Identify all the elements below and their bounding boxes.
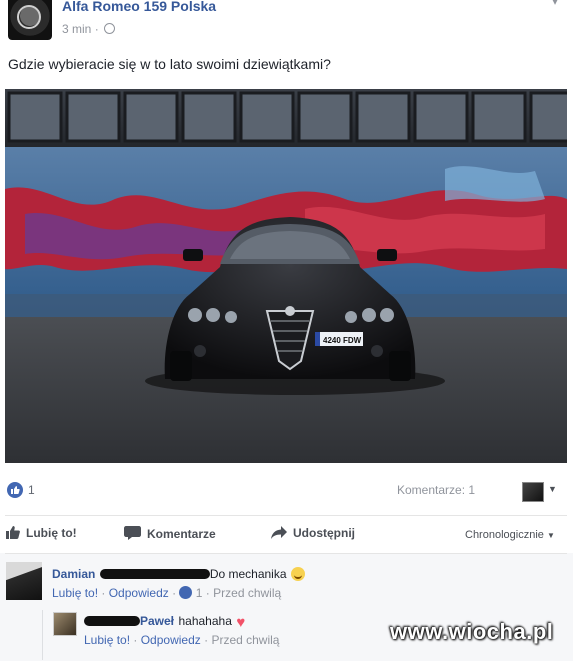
comment-reply-link[interactable]: Odpowiedz xyxy=(109,586,169,600)
page-avatar[interactable] xyxy=(8,0,52,40)
comment-text: Do mechanika xyxy=(209,567,287,581)
post-photo[interactable]: 4240 FDW xyxy=(5,89,567,463)
comment-time[interactable]: Przed chwilą xyxy=(213,586,281,600)
share-button[interactable]: Udostępnij xyxy=(271,526,355,542)
heart-emoji-icon: ♥ xyxy=(236,614,246,631)
viewer-avatar[interactable] xyxy=(522,482,544,502)
post-time[interactable]: 3 min xyxy=(62,22,91,36)
comment-author[interactable]: Damian xyxy=(52,567,95,581)
reply-reply-link[interactable]: Odpowiedz xyxy=(141,633,201,647)
license-plate: 4240 FDW xyxy=(323,336,362,345)
reply-thread-line xyxy=(42,610,43,660)
comment-sort-dropdown[interactable]: Chronologicznie ▼ xyxy=(465,529,555,541)
meta-separator: · xyxy=(94,22,99,36)
share-button-label: Udostępnij xyxy=(293,526,355,540)
comment: Damian Do mechanika xyxy=(52,565,305,583)
comments-count[interactable]: Komentarze: 1 xyxy=(397,483,475,497)
reply-like-link[interactable]: Lubię to! xyxy=(84,633,130,647)
comment-like-count[interactable]: 1 xyxy=(196,586,203,600)
post-meta: 3 min · xyxy=(62,22,116,36)
redaction-bar xyxy=(99,569,210,579)
page-name-link[interactable]: Alfa Romeo 159 Polska xyxy=(62,0,216,14)
chevron-down-icon: ▼ xyxy=(546,531,555,540)
like-reaction-icon[interactable] xyxy=(179,586,193,599)
reply-author[interactable]: Paweł xyxy=(140,614,174,628)
like-button-label: Lubię to! xyxy=(26,526,77,540)
share-arrow-icon xyxy=(271,526,287,542)
smile-emoji-icon xyxy=(290,567,305,581)
redaction-bar xyxy=(84,616,140,626)
reply-time[interactable]: Przed chwilą xyxy=(211,633,279,647)
comment-button-label: Komentarze xyxy=(147,527,216,541)
globe-icon xyxy=(104,23,116,34)
watermark: www.wiocha.pl xyxy=(390,619,554,644)
like-count[interactable]: 1 xyxy=(28,483,35,497)
thumbs-up-icon xyxy=(6,526,20,542)
commenter-avatar[interactable] xyxy=(6,562,42,600)
reply-text: hahahaha xyxy=(178,614,232,628)
like-button[interactable]: Lubię to! xyxy=(6,526,77,542)
reply-avatar[interactable] xyxy=(53,612,77,636)
reply: Paweł hahahaha ♥ xyxy=(84,612,245,631)
car-photo-illustration: 4240 FDW xyxy=(5,89,567,463)
comment-like-link[interactable]: Lubię to! xyxy=(52,586,98,600)
sort-label: Chronologicznie xyxy=(465,529,544,541)
comment-actions: Lubię to! · Odpowiedz · 1 · Przed chwilą xyxy=(52,586,282,600)
comment-bubble-icon xyxy=(124,526,141,543)
divider xyxy=(5,553,567,554)
post-options-chevron-icon[interactable]: ▾ xyxy=(552,0,558,8)
chevron-down-icon[interactable]: ▼ xyxy=(548,484,557,494)
reply-actions: Lubię to! · Odpowiedz · Przed chwilą xyxy=(84,633,280,647)
like-reaction-icon[interactable] xyxy=(7,482,23,498)
divider xyxy=(5,515,567,516)
post-text: Gdzie wybieracie się w to lato swoimi dz… xyxy=(8,56,331,72)
comment-button[interactable]: Komentarze xyxy=(124,526,216,543)
